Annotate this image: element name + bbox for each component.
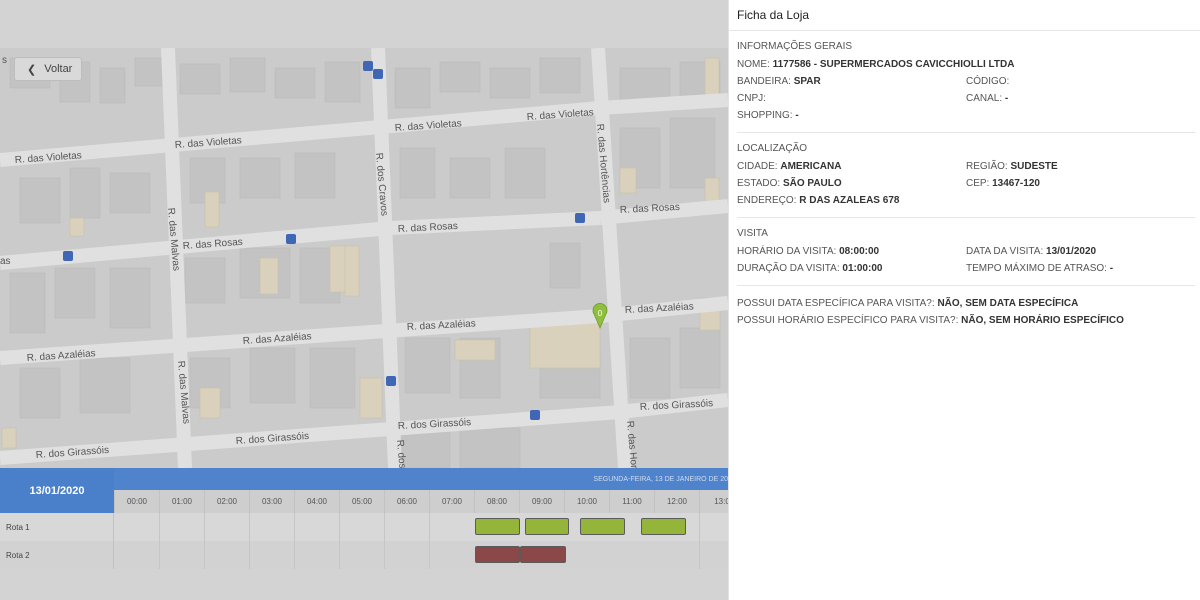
street-label: s bbox=[2, 55, 7, 66]
atraso-label: TEMPO MÁXIMO DE ATRASO: bbox=[966, 263, 1107, 274]
grid-line bbox=[384, 513, 385, 569]
field-row: POSSUI DATA ESPECÍFICA PARA VISITA?: NÃO… bbox=[737, 295, 1195, 312]
cep-value: 13467-120 bbox=[992, 178, 1040, 189]
route-label: Rota 1 bbox=[0, 513, 114, 541]
grid-line bbox=[699, 513, 700, 569]
location-section: LOCALIZAÇÃO CIDADE: AMERICANA REGIÃO: SU… bbox=[737, 133, 1195, 218]
hour-label: 06:00 bbox=[384, 490, 429, 513]
horario-value: 08:00:00 bbox=[839, 246, 880, 257]
regiao-label: REGIÃO: bbox=[966, 161, 1008, 172]
specific-visit-section: POSSUI DATA ESPECÍFICA PARA VISITA?: NÃO… bbox=[737, 286, 1195, 337]
horario-label: HORÁRIO DA VISITA: bbox=[737, 246, 837, 257]
duracao-label: DURAÇÃO DA VISITA: bbox=[737, 263, 840, 274]
map-canvas[interactable]: 0 R. das Violetas R. das Violetas R. das… bbox=[0, 48, 728, 468]
field-row: ENDEREÇO: R DAS AZALEAS 678 bbox=[737, 192, 1195, 209]
timeline-hours: 00:00 01:00 02:00 03:00 04:00 05:00 06:0… bbox=[114, 490, 728, 513]
field-row: NOME: 1177586 - SUPERMERCADOS CAVICCHIOL… bbox=[737, 56, 1195, 73]
shopping-value: - bbox=[795, 110, 799, 121]
canal-value: - bbox=[1004, 93, 1009, 104]
canal-label: CANAL: bbox=[966, 93, 1003, 104]
general-info-section: INFORMAÇÕES GERAIS NOME: 1177586 - SUPER… bbox=[737, 31, 1195, 133]
hour-label: 00:00 bbox=[114, 490, 159, 513]
section-title: LOCALIZAÇÃO bbox=[737, 143, 808, 154]
section-title: INFORMAÇÕES GERAIS bbox=[737, 41, 853, 52]
store-details-panel: Ficha da Loja INFORMAÇÕES GERAIS NOME: 1… bbox=[728, 0, 1200, 600]
visit-block[interactable] bbox=[641, 518, 686, 535]
bandeira-label: BANDEIRA: bbox=[737, 76, 791, 87]
grid-line bbox=[339, 513, 340, 569]
data-visita-label: DATA DA VISITA: bbox=[966, 246, 1044, 257]
hour-label: 12:00 bbox=[654, 490, 699, 513]
back-button[interactable]: ❮ Voltar bbox=[14, 57, 82, 81]
duracao-value: 01:00:00 bbox=[842, 263, 883, 274]
field-row: CIDADE: AMERICANA REGIÃO: SUDESTE bbox=[737, 158, 1195, 175]
route-row-1: Rota 1 bbox=[0, 513, 728, 541]
hour-label: 01:00 bbox=[159, 490, 204, 513]
cidade-label: CIDADE: bbox=[737, 161, 778, 172]
regiao-value: SUDESTE bbox=[1010, 161, 1058, 172]
hour-label: 03:00 bbox=[249, 490, 294, 513]
hour-label: 02:00 bbox=[204, 490, 249, 513]
grid-line bbox=[294, 513, 295, 569]
grid-line bbox=[249, 513, 250, 569]
codigo-label: CÓDIGO: bbox=[966, 76, 1010, 87]
horario-especifico-label: POSSUI HORÁRIO ESPECÍFICO PARA VISITA?: bbox=[737, 315, 959, 326]
visit-section: VISITA HORÁRIO DA VISITA: 08:00:00 DATA … bbox=[737, 218, 1195, 286]
field-row: HORÁRIO DA VISITA: 08:00:00 DATA DA VISI… bbox=[737, 243, 1195, 260]
visit-block[interactable] bbox=[520, 546, 566, 563]
top-bar bbox=[0, 0, 728, 48]
endereco-label: ENDEREÇO: bbox=[737, 195, 797, 206]
grid-line bbox=[429, 513, 430, 569]
visit-block[interactable] bbox=[475, 518, 520, 535]
timeline-day-label: SEGUNDA-FEIRA, 13 DE JANEIRO DE 20 bbox=[593, 476, 728, 483]
route-row-2: Rota 2 bbox=[0, 541, 728, 569]
grid-line bbox=[204, 513, 205, 569]
hour-label: 07:00 bbox=[429, 490, 474, 513]
chevron-left-icon: ❮ bbox=[27, 63, 37, 76]
hour-label: 11:00 bbox=[609, 490, 654, 513]
field-row: DURAÇÃO DA VISITA: 01:00:00 TEMPO MÁXIMO… bbox=[737, 260, 1195, 277]
horario-especifico-value: NÃO, SEM HORÁRIO ESPECÍFICO bbox=[961, 315, 1124, 326]
map-view[interactable]: 0 R. das Violetas R. das Violetas R. das… bbox=[0, 48, 728, 468]
field-row: POSSUI HORÁRIO ESPECÍFICO PARA VISITA?: … bbox=[737, 312, 1195, 329]
visit-block[interactable] bbox=[475, 546, 520, 563]
panel-title: Ficha da Loja bbox=[729, 0, 1200, 31]
shopping-label: SHOPPING: bbox=[737, 110, 793, 121]
estado-value: SÃO PAULO bbox=[782, 178, 842, 189]
visit-block[interactable] bbox=[525, 518, 569, 535]
hour-label: 08:00 bbox=[474, 490, 519, 513]
timeline-date: 13/01/2020 bbox=[0, 468, 114, 513]
cep-label: CEP: bbox=[966, 178, 990, 189]
atraso-value: - bbox=[1109, 263, 1114, 274]
hour-label: 04:00 bbox=[294, 490, 339, 513]
route-timeline: 13/01/2020 SEGUNDA-FEIRA, 13 DE JANEIRO … bbox=[0, 468, 728, 600]
section-title: VISITA bbox=[737, 228, 768, 239]
data-especifica-label: POSSUI DATA ESPECÍFICA PARA VISITA?: bbox=[737, 298, 935, 309]
store-marker-label: 0 bbox=[598, 309, 603, 318]
field-row: BANDEIRA: SPAR CÓDIGO: bbox=[737, 73, 1195, 90]
back-button-label: Voltar bbox=[44, 63, 73, 75]
field-row: CNPJ: CANAL: - bbox=[737, 90, 1195, 107]
estado-label: ESTADO: bbox=[737, 178, 781, 189]
cnpj-label: CNPJ: bbox=[737, 93, 766, 104]
street-label: as bbox=[0, 256, 11, 267]
data-especifica-value: NÃO, SEM DATA ESPECÍFICA bbox=[937, 298, 1079, 309]
timeline-header: SEGUNDA-FEIRA, 13 DE JANEIRO DE 20 bbox=[114, 468, 728, 490]
field-row: ESTADO: SÃO PAULO CEP: 13467-120 bbox=[737, 175, 1195, 192]
bandeira-value: SPAR bbox=[793, 76, 821, 87]
field-row: SHOPPING: - bbox=[737, 107, 1195, 124]
cidade-value: AMERICANA bbox=[780, 161, 842, 172]
hour-label: 05:00 bbox=[339, 490, 384, 513]
route-label: Rota 2 bbox=[0, 541, 114, 569]
hour-label: 09:00 bbox=[519, 490, 564, 513]
hour-label: 13:0 bbox=[699, 490, 728, 513]
endereco-value: R DAS AZALEAS 678 bbox=[799, 195, 900, 206]
data-visita-value: 13/01/2020 bbox=[1046, 246, 1097, 257]
nome-label: NOME: bbox=[737, 59, 770, 70]
hour-label: 10:00 bbox=[564, 490, 609, 513]
visit-block[interactable] bbox=[580, 518, 625, 535]
grid-line bbox=[159, 513, 160, 569]
nome-value: 1177586 - SUPERMERCADOS CAVICCHIOLLI LTD… bbox=[772, 59, 1015, 70]
